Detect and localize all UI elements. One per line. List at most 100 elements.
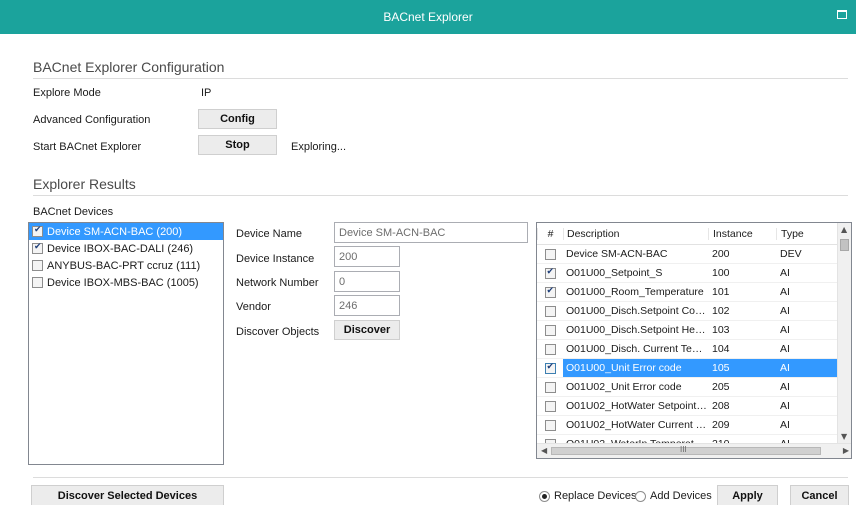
header-description[interactable]: Description bbox=[563, 227, 708, 240]
table-row[interactable]: O01U00_Room_Temperature 101 AI bbox=[537, 283, 838, 302]
vendor-label: Vendor bbox=[236, 301, 271, 313]
footer-divider bbox=[33, 477, 848, 478]
device-list-item[interactable]: Device SM-ACN-BAC (200) bbox=[29, 223, 223, 240]
network-number-label: Network Number bbox=[236, 277, 319, 289]
table-row-selected[interactable]: O01U00_Unit Error code 105 AI bbox=[537, 359, 838, 378]
cell-type: AI bbox=[780, 343, 790, 355]
device-name-label: Device Name bbox=[236, 228, 303, 240]
device-list-item[interactable]: Device IBOX-MBS-BAC (1005) bbox=[29, 274, 223, 291]
scroll-down-icon[interactable]: ▼ bbox=[841, 433, 847, 441]
cell-description: O01U00_Disch.Setpoint Heat I... bbox=[566, 324, 708, 336]
table-row[interactable]: Device SM-ACN-BAC 200 DEV bbox=[537, 245, 838, 264]
cell-type: AI bbox=[780, 305, 790, 317]
table-row[interactable]: O01U00_Disch.Setpoint Heat I... 103 AI bbox=[537, 321, 838, 340]
row-checkbox[interactable] bbox=[544, 400, 556, 412]
horizontal-scroll-thumb[interactable]: III bbox=[551, 445, 821, 455]
advanced-config-label: Advanced Configuration bbox=[33, 114, 151, 126]
device-name-field[interactable]: Device SM-ACN-BAC bbox=[334, 222, 528, 243]
cell-instance: 205 bbox=[712, 381, 730, 393]
device-checkbox[interactable] bbox=[32, 225, 43, 237]
cell-instance: 103 bbox=[712, 324, 730, 336]
table-row[interactable]: O01U02_HotWater Setpoint H... 208 AI bbox=[537, 397, 838, 416]
cell-type: AI bbox=[780, 362, 790, 374]
table-row[interactable]: O01U00_Disch. Current Temp. 104 AI bbox=[537, 340, 838, 359]
scroll-right-icon[interactable]: ▶ bbox=[843, 447, 849, 455]
cell-description: O01U00_Unit Error code bbox=[566, 362, 682, 374]
cell-instance: 105 bbox=[712, 362, 730, 374]
cell-description: O01U02_HotWater Setpoint H... bbox=[566, 400, 708, 412]
objects-table[interactable]: # Description Instance Type Device SM-AC… bbox=[536, 222, 852, 459]
row-checkbox[interactable] bbox=[544, 324, 556, 336]
cell-type: AI bbox=[780, 381, 790, 393]
header-type[interactable]: Type bbox=[776, 227, 838, 240]
config-button[interactable]: Config bbox=[198, 109, 277, 129]
cell-type: AI bbox=[780, 267, 790, 279]
results-divider bbox=[33, 195, 848, 196]
cell-instance: 100 bbox=[712, 267, 730, 279]
row-checkbox[interactable] bbox=[544, 343, 556, 355]
apply-button[interactable]: Apply bbox=[717, 485, 778, 505]
explore-mode-value: IP bbox=[201, 87, 212, 99]
header-num[interactable]: # bbox=[537, 227, 563, 240]
cell-description: O01U02_Unit Error code bbox=[566, 381, 682, 393]
replace-devices-label: Replace Devices bbox=[554, 490, 637, 502]
cell-instance: 200 bbox=[712, 248, 730, 260]
vendor-field[interactable]: 246 bbox=[334, 295, 400, 316]
device-instance-label: Device Instance bbox=[236, 253, 315, 265]
cell-instance: 102 bbox=[712, 305, 730, 317]
cell-description: O01U00_Disch. Current Temp. bbox=[566, 343, 708, 355]
header-instance[interactable]: Instance bbox=[708, 227, 776, 240]
cell-description: O01U00_Setpoint_S bbox=[566, 267, 663, 279]
stop-button[interactable]: Stop bbox=[198, 135, 277, 155]
exploring-status: Exploring... bbox=[291, 141, 347, 153]
scroll-up-icon[interactable]: ▲ bbox=[841, 226, 847, 234]
cell-type: DEV bbox=[780, 248, 802, 260]
device-list[interactable]: Device SM-ACN-BAC (200) Device IBOX-BAC-… bbox=[28, 222, 224, 465]
replace-devices-radio[interactable] bbox=[539, 490, 550, 502]
replace-devices-option[interactable]: Replace Devices bbox=[539, 490, 637, 502]
table-row[interactable]: O01U00_Setpoint_S 100 AI bbox=[537, 264, 838, 283]
add-devices-option[interactable]: Add Devices bbox=[635, 490, 712, 502]
discover-selected-devices-button[interactable]: Discover Selected Devices bbox=[31, 485, 224, 505]
cell-type: AI bbox=[780, 419, 790, 431]
row-checkbox[interactable] bbox=[544, 248, 556, 260]
maximize-icon[interactable] bbox=[837, 10, 847, 19]
device-list-item[interactable]: Device IBOX-BAC-DALI (246) bbox=[29, 240, 223, 257]
cell-instance: 208 bbox=[712, 400, 730, 412]
row-checkbox[interactable] bbox=[544, 267, 556, 279]
cancel-button[interactable]: Cancel bbox=[790, 485, 849, 505]
discover-button[interactable]: Discover bbox=[334, 320, 400, 340]
device-checkbox[interactable] bbox=[32, 260, 43, 271]
table-row[interactable]: O01U02_HotWater Current Te... 209 AI bbox=[537, 416, 838, 435]
cell-description: Device SM-ACN-BAC bbox=[566, 248, 668, 260]
config-divider bbox=[33, 78, 848, 79]
cell-type: AI bbox=[780, 286, 790, 298]
vertical-scroll-thumb[interactable] bbox=[840, 239, 849, 251]
cell-description: O01U00_Disch.Setpoint Cool I... bbox=[566, 305, 708, 317]
row-checkbox[interactable] bbox=[544, 362, 556, 374]
device-checkbox[interactable] bbox=[32, 277, 43, 288]
network-number-field[interactable]: 0 bbox=[334, 271, 400, 292]
row-checkbox[interactable] bbox=[544, 286, 556, 298]
scroll-grip-icon: III bbox=[680, 445, 687, 454]
title-bar: BACnet Explorer bbox=[0, 0, 856, 34]
row-checkbox[interactable] bbox=[544, 305, 556, 317]
cell-instance: 104 bbox=[712, 343, 730, 355]
table-row[interactable]: O01U00_Disch.Setpoint Cool I... 102 AI bbox=[537, 302, 838, 321]
add-devices-radio[interactable] bbox=[635, 490, 646, 502]
device-instance-field[interactable]: 200 bbox=[334, 246, 400, 267]
device-list-item[interactable]: ANYBUS-BAC-PRT ccruz (111) bbox=[29, 257, 223, 274]
device-label: Device SM-ACN-BAC (200) bbox=[47, 225, 183, 238]
scroll-left-icon[interactable]: ◀ bbox=[541, 447, 547, 455]
explore-mode-label: Explore Mode bbox=[33, 87, 101, 99]
bacnet-devices-label: BACnet Devices bbox=[33, 206, 114, 218]
results-section-title: Explorer Results bbox=[33, 176, 136, 192]
row-checkbox[interactable] bbox=[544, 381, 556, 393]
vertical-scrollbar[interactable]: ▲ ▼ bbox=[837, 223, 851, 444]
device-checkbox[interactable] bbox=[32, 242, 43, 254]
cell-instance: 209 bbox=[712, 419, 730, 431]
table-row[interactable]: O01U02_Unit Error code 205 AI bbox=[537, 378, 838, 397]
device-label: ANYBUS-BAC-PRT ccruz (111) bbox=[47, 259, 201, 272]
row-checkbox[interactable] bbox=[544, 419, 556, 431]
horizontal-scrollbar[interactable]: ◀ III ▶ bbox=[537, 443, 851, 458]
